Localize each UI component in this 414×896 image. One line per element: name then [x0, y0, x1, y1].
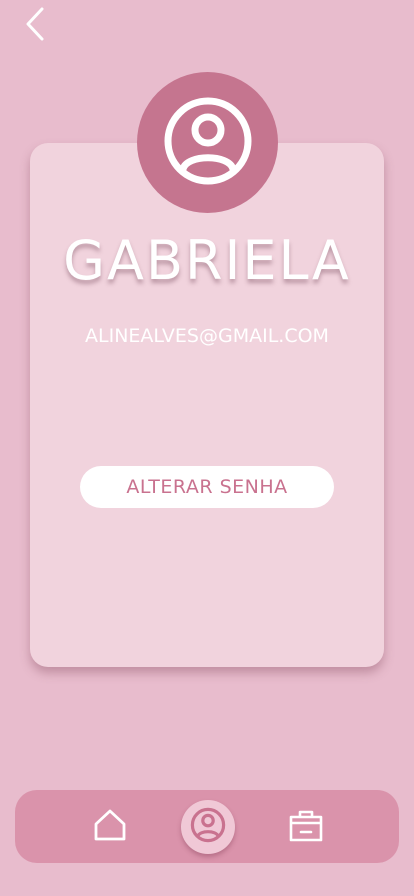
user-circle-icon [190, 807, 226, 847]
nav-cart[interactable] [285, 790, 327, 863]
nav-profile[interactable] [181, 800, 235, 854]
bottom-nav [15, 790, 399, 863]
home-icon [92, 807, 128, 847]
nav-home[interactable] [89, 790, 131, 863]
shopping-bag-icon [287, 806, 325, 848]
avatar [137, 72, 278, 213]
profile-name: GABRIELA [63, 229, 351, 292]
profile-email: ALINEALVES@GMAIL.COM [85, 325, 329, 347]
back-button[interactable] [18, 6, 52, 46]
chevron-left-icon [23, 6, 47, 46]
profile-card [30, 143, 384, 667]
change-password-button[interactable]: ALTERAR SENHA [80, 466, 334, 508]
user-circle-icon [163, 96, 253, 190]
